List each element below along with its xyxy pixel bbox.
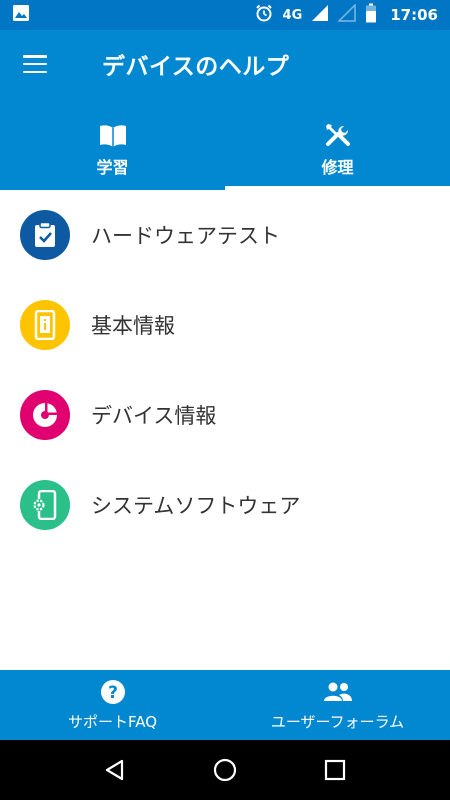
app-bar: デバイスのヘルプ 学習 修理	[0, 30, 450, 190]
system-nav-bar	[0, 740, 450, 800]
list-item-label: 基本情報	[91, 314, 175, 338]
tools-icon	[324, 122, 352, 150]
home-icon[interactable]	[205, 750, 245, 790]
signal-empty-icon	[337, 3, 356, 26]
pie-chart-icon	[20, 390, 70, 440]
alarm-icon	[254, 3, 274, 27]
list-item-label: システムソフトウェア	[91, 494, 301, 518]
list-item-label: デバイス情報	[91, 404, 217, 428]
clipboard-check-icon	[20, 210, 70, 260]
network-type: 4G	[282, 7, 303, 23]
tab-repair-label: 修理	[321, 158, 354, 177]
book-icon	[98, 122, 128, 150]
user-forum-button[interactable]: ユーザーフォーラム	[225, 670, 450, 740]
recents-icon[interactable]	[315, 750, 355, 790]
people-icon	[322, 679, 354, 705]
tab-learn[interactable]: 学習	[0, 118, 225, 190]
phone-info-icon	[20, 300, 70, 350]
list-item-device-info[interactable]: デバイス情報	[0, 370, 450, 460]
list-item-hardware-test[interactable]: ハードウェアテスト	[0, 190, 450, 280]
signal-icon	[311, 4, 329, 26]
repair-list: ハードウェアテスト 基本情報 デバイス情報 システムソフトウェア	[0, 190, 450, 550]
tab-bar: 学習 修理	[0, 118, 450, 190]
phone-settings-icon	[20, 480, 70, 530]
page-title: デバイスのヘルプ	[102, 54, 290, 80]
image-notification-icon	[12, 4, 30, 26]
battery-icon	[365, 3, 377, 27]
list-item-label: ハードウェアテスト	[91, 224, 280, 248]
tab-repair[interactable]: 修理	[225, 118, 450, 190]
support-faq-button[interactable]: ? サポートFAQ	[0, 670, 225, 740]
svg-text:?: ?	[108, 683, 118, 703]
status-bar: 4G 17:06	[0, 0, 450, 30]
back-icon[interactable]	[95, 750, 135, 790]
help-circle-icon: ?	[100, 679, 126, 705]
list-item-basic-info[interactable]: 基本情報	[0, 280, 450, 370]
user-forum-label: ユーザーフォーラム	[270, 712, 405, 731]
toolbar: デバイスのヘルプ	[0, 30, 450, 98]
list-item-system-software[interactable]: システムソフトウェア	[0, 460, 450, 550]
status-time: 17:06	[390, 6, 438, 24]
support-faq-label: サポートFAQ	[67, 712, 158, 731]
bottom-bar: ? サポートFAQ ユーザーフォーラム	[0, 670, 450, 740]
menu-icon[interactable]	[23, 55, 47, 73]
tab-learn-label: 学習	[96, 158, 129, 177]
